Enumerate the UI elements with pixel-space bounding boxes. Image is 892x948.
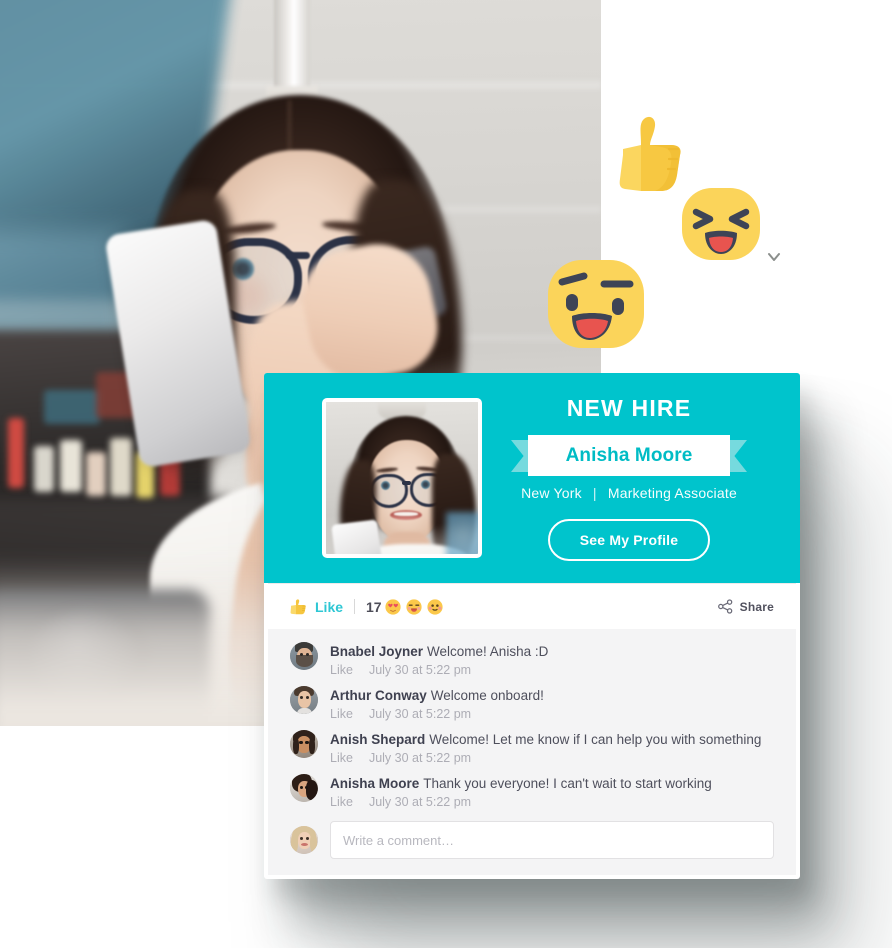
comment-author: Anish Shepard: [330, 732, 426, 747]
heart-eyes-emoji: [384, 598, 401, 615]
card-banner: NEW HIRE Anisha Moore New York | Marketi…: [264, 373, 800, 583]
chevron-down-icon: [768, 253, 780, 261]
reaction-left-group: Like 17: [290, 599, 443, 615]
employee-location: New York: [521, 485, 582, 501]
comment-row: Arthur Conway Welcome onboard! Like July 3…: [290, 686, 774, 723]
reaction-emoji-group: [384, 598, 443, 615]
comment-composer: [290, 821, 774, 859]
new-hire-title: NEW HIRE: [566, 395, 692, 421]
employee-meta: New York | Marketing Associate: [488, 485, 770, 501]
comment-row: Anish Shepard Welcome! Let me know if I c…: [290, 730, 774, 767]
share-button[interactable]: Share: [717, 599, 774, 614]
comment-input[interactable]: [330, 821, 774, 859]
comment-timestamp: July 30 at 5:22 pm: [368, 795, 472, 809]
employee-name: Anisha Moore: [565, 444, 693, 466]
share-label: Share: [739, 599, 774, 614]
hero-bottle: [86, 452, 106, 496]
smirking-emoji: [548, 260, 644, 348]
hero-bottle: [60, 440, 82, 492]
hero-bottle: [8, 418, 24, 488]
comment-timestamp: July 30 at 5:22 pm: [368, 751, 472, 765]
comment-body: Arthur Conway Welcome onboard! Like July 3…: [330, 686, 774, 723]
see-my-profile-button[interactable]: See My Profile: [547, 519, 711, 561]
comment-like-button[interactable]: Like: [330, 663, 353, 677]
hero-pendant-lamp-rod: [274, 0, 310, 96]
comment-body: Anish Shepard Welcome! Let me know if I c…: [330, 730, 774, 767]
page-root: NEW HIRE Anisha Moore New York | Marketi…: [0, 0, 892, 948]
hero-glasses-bridge: [286, 252, 310, 259]
new-hire-post-card: NEW HIRE Anisha Moore New York | Marketi…: [264, 373, 800, 879]
comment-row: Anisha Moore Thank you everyone! I can't …: [290, 774, 774, 811]
banner-content: NEW HIRE Anisha Moore New York | Marketi…: [482, 395, 776, 561]
avatar[interactable]: [290, 826, 318, 854]
avatar[interactable]: [290, 642, 318, 670]
reaction-bar: Like 17 Share: [268, 583, 796, 629]
comment-text: Welcome onboard!: [430, 688, 544, 703]
comment-text: Thank you everyone! I can't wait to star…: [423, 776, 712, 791]
comments-section: Bnabel Joyner Welcome! Anisha :D Like July…: [268, 629, 796, 875]
comment-text: Welcome! Let me know if I can help you w…: [429, 732, 762, 747]
like-button[interactable]: Like: [315, 599, 343, 615]
meta-separator: |: [592, 485, 597, 501]
comment-like-button[interactable]: Like: [330, 751, 353, 765]
comment-timestamp: July 30 at 5:22 pm: [368, 707, 472, 721]
thumbs-up-emoji: [619, 116, 681, 191]
avatar[interactable]: [290, 686, 318, 714]
tongue-out-emoji: [405, 598, 422, 615]
employee-role: Marketing Associate: [607, 485, 737, 501]
hero-bottle: [110, 438, 132, 496]
comment-like-button[interactable]: Like: [330, 707, 353, 721]
share-icon: [717, 599, 732, 614]
name-ribbon: Anisha Moore: [511, 435, 747, 476]
thumbs-up-icon[interactable]: [290, 598, 308, 615]
comment-author: Anisha Moore: [330, 776, 420, 791]
ribbon-body: Anisha Moore: [528, 435, 730, 476]
comment-body: Bnabel Joyner Welcome! Anisha :D Like July…: [330, 642, 774, 679]
reaction-divider: [354, 599, 356, 614]
employee-photo: [322, 398, 482, 558]
comment-like-button[interactable]: Like: [330, 795, 353, 809]
comment-row: Bnabel Joyner Welcome! Anisha :D Like July…: [290, 642, 774, 679]
comment-author: Arthur Conway: [330, 688, 427, 703]
comment-text: Welcome! Anisha :D: [427, 644, 549, 659]
avatar[interactable]: [290, 774, 318, 802]
laughing-emoji: [682, 188, 760, 260]
comment-author: Bnabel Joyner: [330, 644, 424, 659]
comment-body: Anisha Moore Thank you everyone! I can't …: [330, 774, 774, 811]
comment-timestamp: July 30 at 5:22 pm: [368, 663, 472, 677]
hero-bottle: [34, 446, 54, 492]
avatar[interactable]: [290, 730, 318, 758]
blushing-emoji: [426, 598, 443, 615]
hero-shelf-object: [44, 390, 100, 424]
reaction-count: 17: [366, 598, 382, 615]
